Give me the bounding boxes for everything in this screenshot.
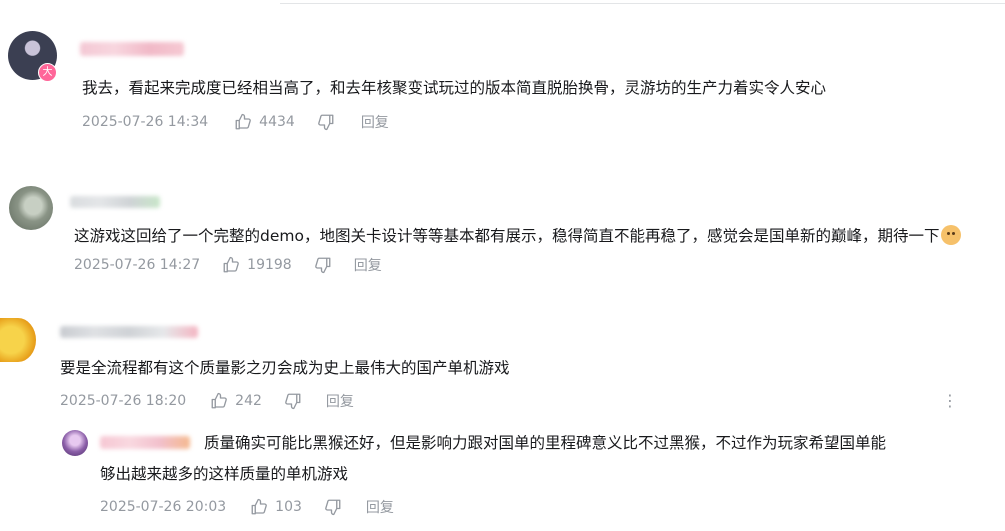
- top-divider: [280, 3, 1005, 4]
- comment-meta: 2025-07-26 14:34 4434 回复: [82, 112, 389, 132]
- comment-text: 我去，看起来完成度已经相当高了，和去年核聚变试玩过的版本简直脱胎换骨，灵游坊的生…: [82, 79, 827, 97]
- dislike-button[interactable]: [324, 498, 342, 516]
- reply-button[interactable]: 回复: [326, 391, 354, 411]
- thumbs-up-icon: [235, 113, 252, 130]
- thumbs-up-icon: [223, 256, 240, 273]
- dislike-button[interactable]: [317, 113, 335, 131]
- comment-time: 2025-07-26 18:20: [60, 393, 187, 409]
- comment-time: 2025-07-26 14:27: [74, 257, 201, 273]
- like-count: 19198: [247, 257, 292, 273]
- like-button[interactable]: 19198: [222, 256, 292, 274]
- avatar[interactable]: [9, 186, 53, 230]
- like-button[interactable]: 103: [250, 498, 302, 516]
- reply-time: 2025-07-26 20:03: [100, 499, 227, 515]
- comment-text: 要是全流程都有这个质量影之刃会成为史上最伟大的国产单机游戏: [60, 359, 510, 377]
- comment-meta: 2025-07-26 18:20 242 回复: [60, 391, 354, 411]
- doge-emoji-icon: [941, 225, 962, 245]
- thumbs-down-icon: [314, 257, 331, 274]
- level-badge: 大: [38, 63, 57, 82]
- more-options-icon[interactable]: ⋮: [942, 393, 958, 409]
- reply-button[interactable]: 回复: [361, 112, 389, 132]
- thumbs-up-icon: [251, 498, 268, 515]
- comment-time: 2025-07-26 14:34: [82, 114, 209, 130]
- thumbs-up-icon: [211, 392, 228, 409]
- thumbs-down-icon: [325, 499, 341, 516]
- reply-button[interactable]: 回复: [354, 255, 382, 275]
- username-blurred[interactable]: [80, 42, 184, 56]
- thumbs-down-icon: [317, 114, 334, 131]
- username-blurred[interactable]: [60, 326, 198, 338]
- reply-text-line-2: 够出越来越多的这样质量的单机游戏: [100, 465, 349, 483]
- dislike-button[interactable]: [314, 256, 332, 274]
- like-button[interactable]: 242: [210, 392, 262, 410]
- username-blurred[interactable]: [70, 196, 160, 208]
- reply-meta: 2025-07-26 20:03 103 回复: [100, 497, 394, 517]
- like-button[interactable]: 4434: [234, 113, 295, 131]
- comment-text-content: 这游戏这回给了一个完整的demo，地图关卡设计等等基本都有展示，稳得简直不能再稳…: [74, 227, 940, 245]
- avatar[interactable]: [0, 318, 36, 362]
- comment-meta: 2025-07-26 14:27 19198 回复: [74, 255, 382, 275]
- avatar[interactable]: [62, 430, 88, 456]
- reply-text-line-1: 质量确实可能比黑猴还好，但是影响力跟对国单的里程碑意义比不过黑猴，不过作为玩家希…: [204, 434, 887, 452]
- like-count: 4434: [259, 114, 295, 130]
- like-count: 242: [235, 393, 262, 409]
- username-blurred[interactable]: [100, 436, 190, 449]
- reply-button[interactable]: 回复: [366, 497, 394, 517]
- like-count: 103: [275, 499, 302, 515]
- comment-text: 这游戏这回给了一个完整的demo，地图关卡设计等等基本都有展示，稳得简直不能再稳…: [74, 223, 962, 250]
- thumbs-down-icon: [285, 393, 301, 410]
- dislike-button[interactable]: [284, 392, 302, 410]
